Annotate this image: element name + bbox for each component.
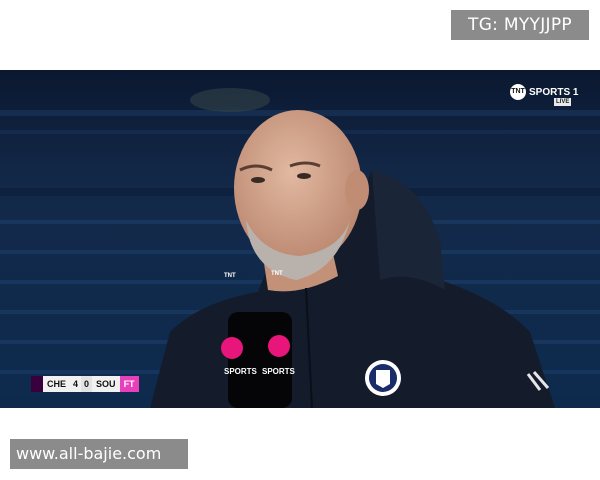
home-score: 4 <box>70 376 82 392</box>
video-frame: TNT TNT SPORTS SPORTS <box>0 70 600 408</box>
home-team: CHE <box>43 376 71 392</box>
mic-brand-right: SPORTS <box>262 367 295 376</box>
channel-name: SPORTS 1 <box>529 86 579 98</box>
scene-illustration <box>0 70 600 408</box>
mic-logo-right: TNT <box>271 271 283 277</box>
chelsea-crest-icon <box>365 360 401 396</box>
tnt-logo-icon: TNT <box>510 84 526 100</box>
premier-league-logo-icon <box>31 376 43 392</box>
mic-logo-left: TNT <box>224 273 236 279</box>
watermark-website: www.all-bajie.com <box>10 439 188 469</box>
live-badge: LIVE <box>554 98 572 106</box>
microphone-icon <box>221 312 292 408</box>
away-team: SOU <box>92 376 120 392</box>
scoreboard: CHE 4 0 SOU FT <box>31 376 139 392</box>
mic-brand-left: SPORTS <box>224 367 257 376</box>
match-status-badge: FT <box>119 376 139 392</box>
watermark-telegram: TG: MYYJJPP <box>451 10 589 40</box>
away-score: 0 <box>81 376 93 392</box>
